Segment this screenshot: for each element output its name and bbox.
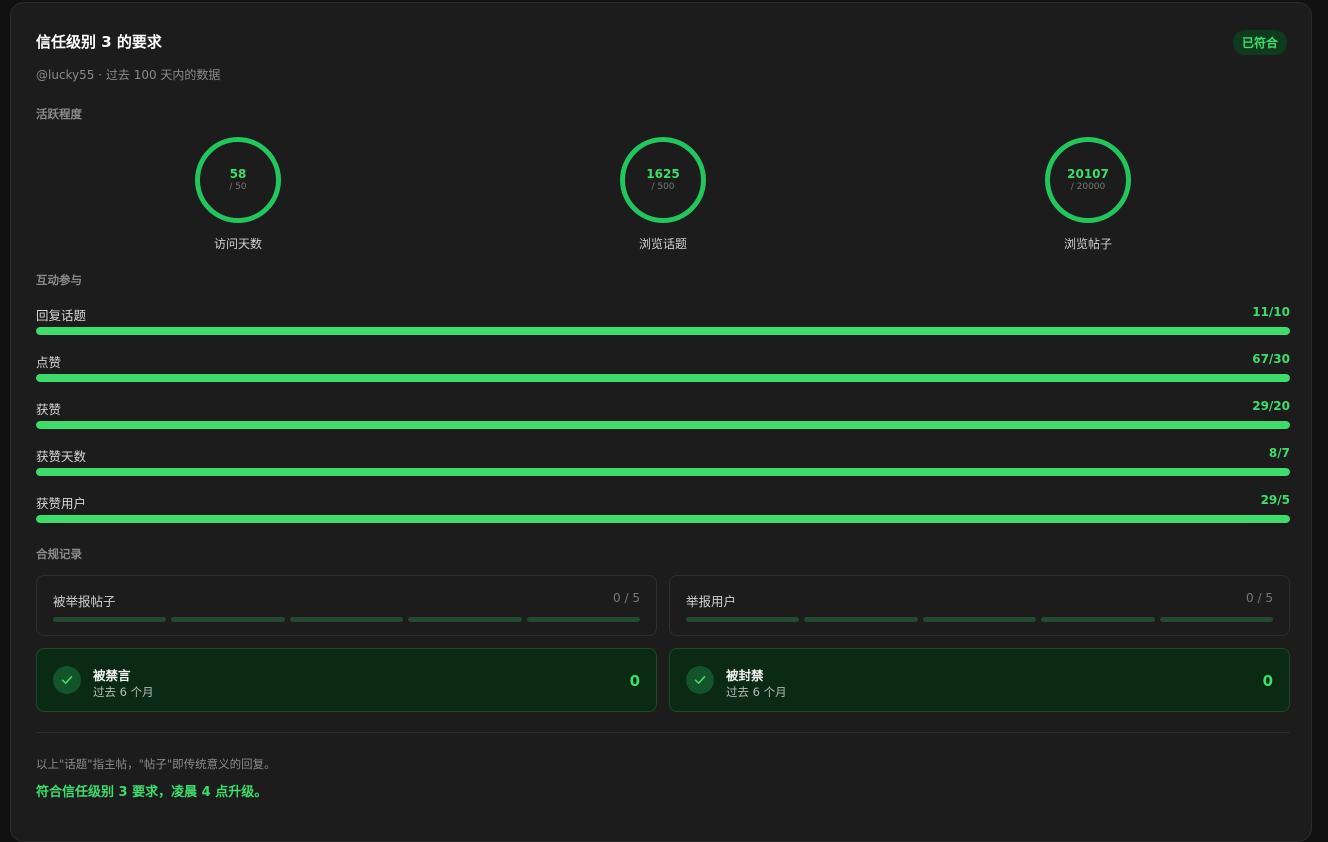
ban-subtitle: 过去 6 个月 bbox=[726, 685, 787, 699]
ring-target: / 500 bbox=[651, 182, 675, 192]
segment bbox=[804, 617, 918, 622]
ring-label: 浏览话题 bbox=[638, 237, 687, 251]
footer-note: 以上"话题"指主帖，"帖子"即传统意义的回复。 bbox=[36, 757, 276, 771]
divider bbox=[36, 732, 1290, 733]
section-label-compliance: 合规记录 bbox=[36, 547, 82, 561]
segment bbox=[408, 617, 522, 622]
progress-label: 获赞天数 bbox=[36, 449, 87, 464]
progress-fill bbox=[36, 327, 1290, 335]
ring-value: 1625 bbox=[646, 167, 680, 181]
check-icon bbox=[53, 666, 81, 694]
report-label: 举报用户 bbox=[686, 594, 737, 609]
page-title: 信任级别 3 的要求 bbox=[36, 33, 162, 51]
segment bbox=[922, 617, 1037, 622]
ban-count: 0 bbox=[629, 672, 640, 690]
reported-posts-box: 被举报帖子 0 / 5 bbox=[36, 575, 657, 636]
status-badge: 已符合 bbox=[1232, 30, 1287, 55]
report-label: 被举报帖子 bbox=[53, 594, 116, 609]
progress-row-likes-received: 获赞 29/20 bbox=[36, 399, 1290, 429]
ring-target: / 50 bbox=[229, 182, 247, 192]
activity-stat-posts-viewed: 20107 / 20000 浏览帖子 bbox=[988, 137, 1188, 252]
progress-ring: 58 / 50 bbox=[195, 137, 281, 223]
ring-label: 访问天数 bbox=[213, 237, 262, 251]
ban-title: 被封禁 bbox=[726, 668, 764, 683]
ring-value: 20107 bbox=[1067, 167, 1109, 181]
activity-stat-topics-viewed: 1625 / 500 浏览话题 bbox=[563, 137, 763, 252]
progress-row-liked-users: 获赞用户 29/5 bbox=[36, 493, 1290, 523]
activity-stat-visit-days: 58 / 50 访问天数 bbox=[138, 137, 338, 252]
section-label-interaction: 互动参与 bbox=[36, 273, 82, 287]
ban-count: 0 bbox=[1262, 672, 1273, 690]
progress-track bbox=[36, 468, 1290, 476]
progress-fill bbox=[36, 468, 1290, 476]
progress-fill bbox=[36, 374, 1290, 382]
section-label-activity: 活跃程度 bbox=[36, 107, 82, 121]
segment-bar bbox=[686, 617, 1274, 622]
progress-row-likes-given: 点赞 67/30 bbox=[36, 352, 1290, 382]
ring-label: 浏览帖子 bbox=[1063, 237, 1112, 251]
progress-row-replies: 回复话题 11/10 bbox=[36, 305, 1290, 335]
progress-label: 获赞用户 bbox=[36, 496, 87, 511]
page-subtitle: @lucky55 · 过去 100 天内的数据 bbox=[36, 68, 221, 82]
progress-fill bbox=[36, 515, 1290, 523]
segment bbox=[686, 617, 800, 622]
progress-label: 点赞 bbox=[36, 355, 62, 370]
reported-users-box: 举报用户 0 / 5 bbox=[669, 575, 1290, 636]
silenced-box: 被禁言 过去 6 个月 0 bbox=[36, 648, 657, 712]
segment-bar bbox=[53, 617, 641, 622]
segment bbox=[1041, 617, 1155, 622]
progress-label: 回复话题 bbox=[36, 308, 87, 323]
report-count: 0 / 5 bbox=[1246, 591, 1273, 605]
progress-track bbox=[36, 327, 1290, 335]
progress-value: 11/10 bbox=[1252, 305, 1290, 319]
segment bbox=[289, 617, 404, 622]
progress-ring: 1625 / 500 bbox=[620, 137, 706, 223]
segment bbox=[1159, 617, 1274, 622]
progress-track bbox=[36, 374, 1290, 382]
progress-fill bbox=[36, 421, 1290, 429]
segment bbox=[171, 617, 285, 622]
progress-value: 8/7 bbox=[1268, 446, 1290, 460]
progress-ring: 20107 / 20000 bbox=[1045, 137, 1131, 223]
trust-level-card: 信任级别 3 的要求 已符合 @lucky55 · 过去 100 天内的数据 活… bbox=[10, 2, 1312, 842]
segment bbox=[53, 617, 167, 622]
progress-row-liked-days: 获赞天数 8/7 bbox=[36, 446, 1290, 476]
footer-summary: 符合信任级别 3 要求，凌晨 4 点升级。 bbox=[36, 785, 268, 800]
progress-track bbox=[36, 421, 1290, 429]
suspended-box: 被封禁 过去 6 个月 0 bbox=[669, 648, 1290, 712]
ban-title: 被禁言 bbox=[93, 668, 131, 683]
progress-track bbox=[36, 515, 1290, 523]
ring-value: 58 bbox=[229, 167, 247, 181]
progress-label: 获赞 bbox=[36, 402, 62, 417]
report-count: 0 / 5 bbox=[613, 591, 640, 605]
progress-value: 29/5 bbox=[1260, 493, 1290, 507]
segment bbox=[526, 617, 641, 622]
progress-value: 67/30 bbox=[1252, 352, 1290, 366]
check-icon bbox=[686, 666, 714, 694]
ring-target: / 20000 bbox=[1070, 182, 1106, 192]
ban-subtitle: 过去 6 个月 bbox=[93, 685, 154, 699]
progress-value: 29/20 bbox=[1252, 399, 1290, 413]
